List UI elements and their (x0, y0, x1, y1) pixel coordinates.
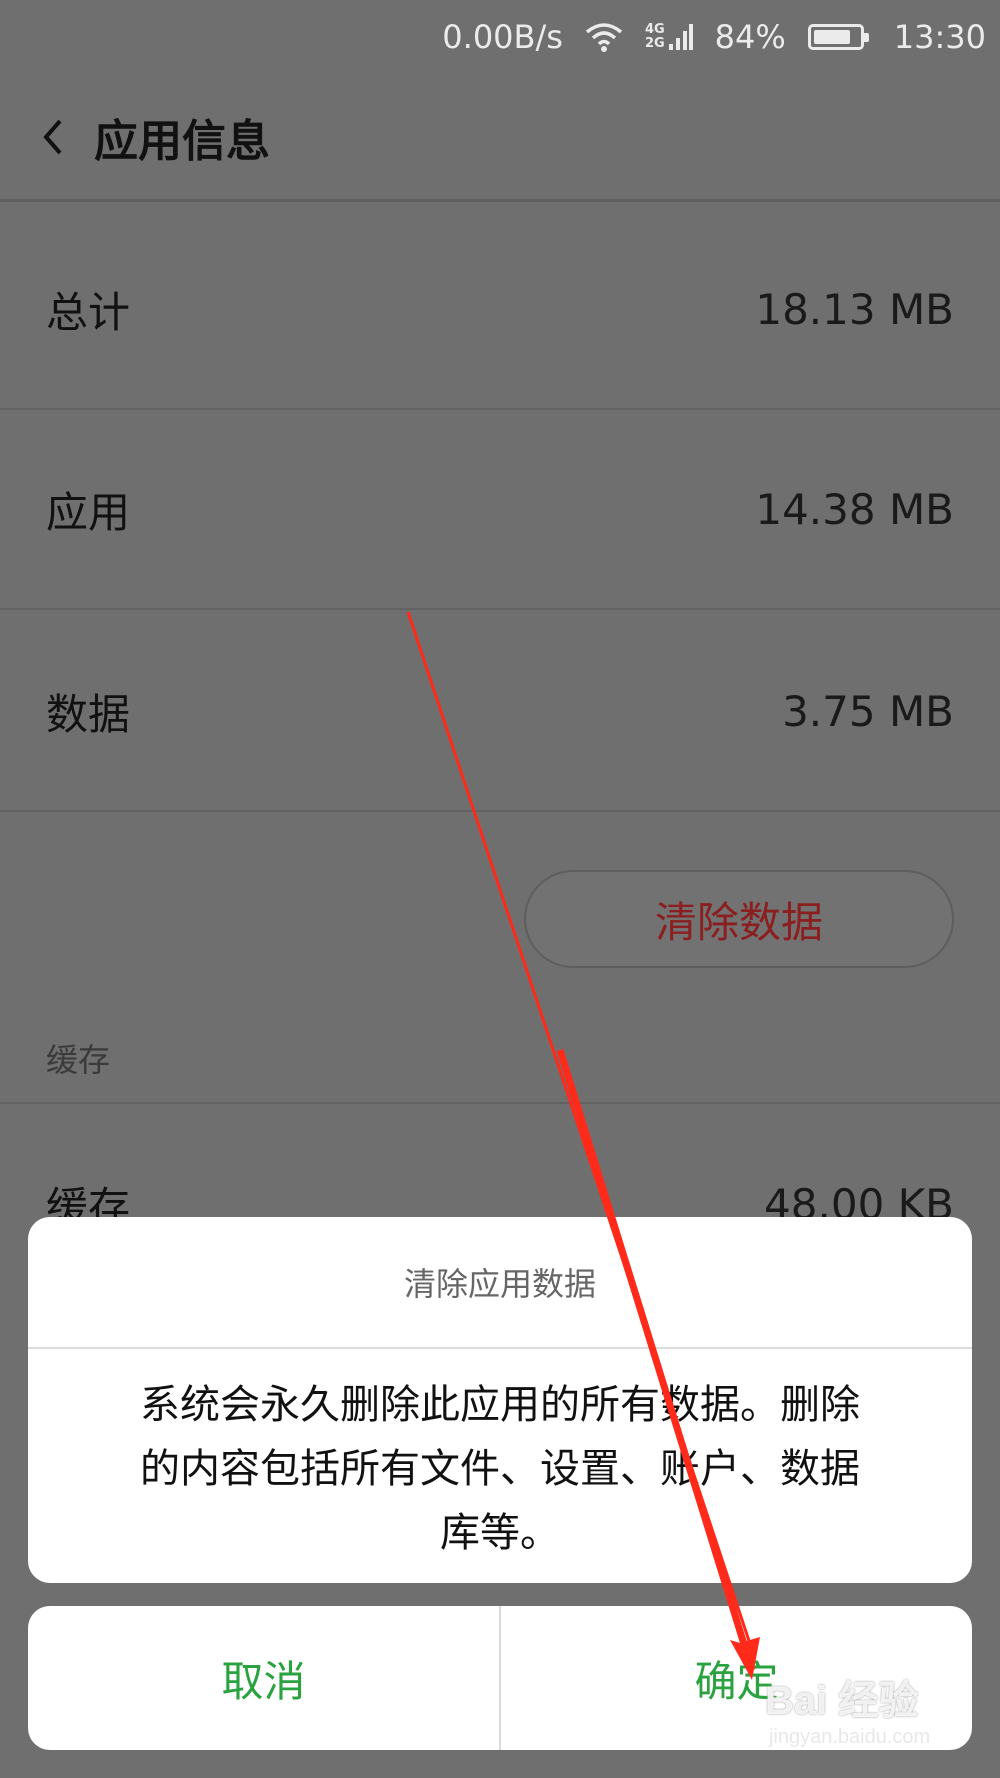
cellular-signal-icon: 4G 2G (645, 22, 693, 52)
signal-label-4g: 4G (644, 22, 665, 37)
watermark-sub: jingyan.baidu.com (769, 1726, 931, 1748)
clock: 13:30 (893, 18, 986, 56)
clear-data-button[interactable]: 清除数据 (524, 870, 954, 968)
baidu-jingyan-watermark: Bai 经验 jingyan.baidu.com (765, 1668, 930, 1749)
battery-fill (813, 30, 850, 44)
storage-row-app: 应用 14.38 MB (0, 410, 1000, 610)
cancel-button[interactable]: 取消 (28, 1606, 499, 1750)
row-label: 总计 (46, 287, 131, 337)
app-bar: 应用信息 (0, 74, 1000, 202)
watermark-main: Bai 经验 (765, 1679, 919, 1723)
back-arrow-icon[interactable] (40, 113, 74, 161)
dialog-title: 清除应用数据 (28, 1217, 972, 1349)
dialog-message: 系统会永久删除此应用的所有数据。删除 的内容包括所有文件、设置、账户、数据 库等… (28, 1349, 972, 1565)
storage-row-data: 数据 3.75 MB (0, 612, 1000, 812)
battery-wrapper (807, 24, 869, 50)
signal-label-2g: 2G (644, 36, 665, 51)
clear-data-dialog: 清除应用数据 系统会永久删除此应用的所有数据。删除 的内容包括所有文件、设置、账… (28, 1217, 972, 1583)
row-label: 应用 (46, 487, 131, 537)
dialog-message-line: 库等。 (440, 1510, 560, 1556)
network-speed: 0.00B/s (442, 18, 563, 56)
row-value: 18.13 MB (755, 284, 954, 334)
storage-row-total: 总计 18.13 MB (0, 210, 1000, 410)
status-bar: 0.00B/s 4G 2G 84% 13:30 (0, 0, 1000, 74)
battery-icon (807, 24, 869, 50)
dialog-message-line: 系统会永久删除此应用的所有数据。删除 (140, 1382, 860, 1428)
page-title: 应用信息 (94, 115, 270, 167)
row-value: 14.38 MB (755, 484, 954, 534)
battery-percent: 84% (714, 18, 786, 56)
row-value: 3.75 MB (782, 686, 954, 736)
dialog-message-line: 的内容包括所有文件、设置、账户、数据 (140, 1446, 860, 1492)
wifi-icon (585, 22, 623, 52)
cache-section-label: 缓存 (46, 1041, 111, 1079)
row-label: 数据 (46, 689, 131, 739)
